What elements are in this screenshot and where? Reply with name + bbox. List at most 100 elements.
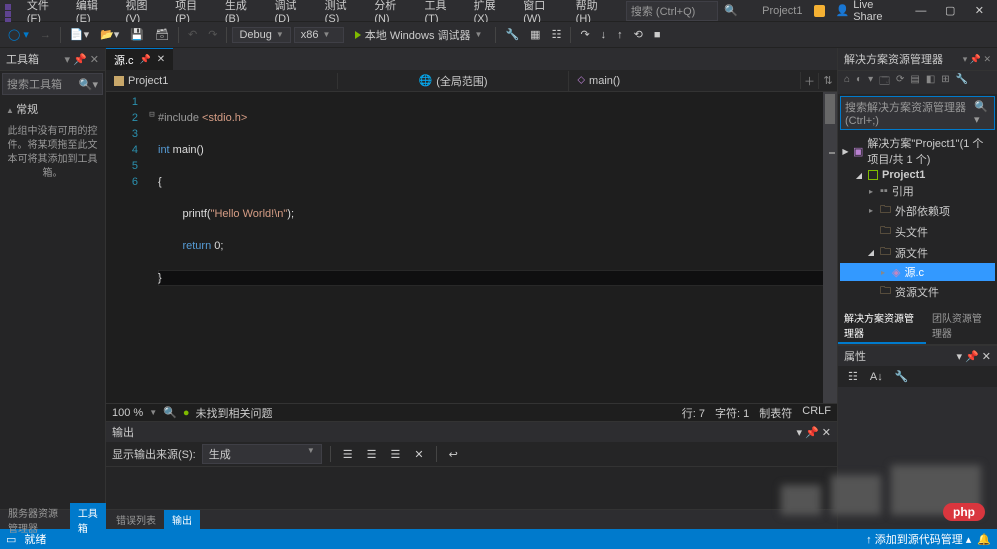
add-source-control[interactable]: ↑ 添加到源代码管理 ▴ (866, 531, 971, 547)
split-v-button[interactable]: ⇅ (819, 74, 837, 87)
props-btn-3[interactable]: 🔧 (891, 368, 913, 385)
sln-btn-9[interactable]: 🔧 (954, 73, 970, 92)
issues-label: 未找到相关问题 (195, 405, 272, 421)
play-icon (355, 31, 361, 39)
output-wrap-button[interactable]: ↩ (445, 446, 462, 463)
solution-explorer-title: 解决方案资源管理器 (844, 51, 943, 67)
line-ending[interactable]: CRLF (802, 405, 831, 421)
output-btn-2[interactable]: ☰ (363, 446, 381, 463)
tool-btn-1[interactable]: 🔧 (501, 26, 523, 43)
toolbox-group-general[interactable]: 常规 (2, 99, 103, 119)
close-tab-icon[interactable]: ✕ (157, 54, 165, 65)
nav-member-combo[interactable]: ⬦main() (569, 72, 801, 89)
tab-error-list[interactable]: 错误列表 (108, 510, 164, 529)
indent-mode[interactable]: 制表符 (759, 405, 792, 421)
props-cat-button[interactable]: ☷ (844, 368, 862, 385)
output-body[interactable] (106, 467, 837, 509)
output-pin-close[interactable]: ▾ 📌 ✕ (796, 426, 831, 439)
props-pin-close[interactable]: ▾ 📌 ✕ (956, 350, 991, 363)
tab-solution-explorer[interactable]: 解决方案资源管理器 (838, 308, 926, 344)
tree-resources[interactable]: 🗀资源文件 (840, 281, 995, 302)
tree-sources[interactable]: ◢🗀源文件 (840, 242, 995, 263)
vs-logo-icon (4, 4, 17, 18)
props-az-button[interactable]: A↓ (866, 368, 887, 385)
navigation-bar: Project1 🌐(全局范围) ⬦main() ＋ ⇅ (106, 70, 837, 92)
output-btn-3[interactable]: ☰ (386, 446, 404, 463)
sln-btn-8[interactable]: ⊞ (939, 73, 951, 92)
sln-search-input[interactable]: 搜索解决方案资源管理器(Ctrl+;)🔍▾ (840, 96, 995, 130)
maximize-button[interactable]: ▢ (937, 2, 964, 20)
tree-solution[interactable]: ▶▣解决方案"Project1"(1 个项目/共 1 个) (840, 134, 995, 168)
step-into-button[interactable]: ↓ (597, 27, 611, 43)
output-clear-button[interactable]: ✕ (410, 446, 427, 463)
tree-references[interactable]: ▸▪▪引用 (840, 182, 995, 200)
save-all-button[interactable]: 🗃 (151, 26, 173, 43)
notifications-icon[interactable]: 🔔 (977, 533, 991, 546)
sln-btn-6[interactable]: ▤ (908, 73, 921, 92)
sln-pin-close[interactable]: ▾ 📌 ✕ (963, 54, 991, 65)
tab-source-c[interactable]: 源.c 📌 ✕ (106, 48, 173, 70)
titlebar: 文件(F) 编辑(E) 视图(V) 项目(P) 生成(B) 调试(D) 测试(S… (0, 0, 997, 22)
tool-btn-3[interactable]: ☷ (548, 26, 566, 43)
quick-search-input[interactable]: 搜索 (Ctrl+Q) (626, 1, 719, 21)
start-debug-button[interactable]: 本地 Windows 调试器▼ (347, 25, 491, 45)
nav-back-button[interactable]: ◯ ▾ (4, 26, 33, 43)
refs-icon: ▪▪ (880, 185, 888, 197)
redo-button[interactable]: ↷ (204, 26, 221, 43)
tree-headers[interactable]: 🗀头文件 (840, 221, 995, 242)
live-share-button[interactable]: 👤 Live Share (829, 0, 905, 23)
new-button[interactable]: 📄▾ (66, 26, 93, 43)
tree-external-deps[interactable]: ▸🗀外部依赖项 (840, 200, 995, 221)
tab-server-explorer[interactable]: 服务器资源管理器 (0, 503, 70, 537)
step-over-button[interactable]: ↷ (576, 26, 593, 43)
sln-btn-7[interactable]: ◧ (924, 73, 937, 92)
nav-forward-button[interactable]: → (36, 27, 55, 43)
main-toolbar: ◯ ▾ → 📄▾ 📂▾ 💾 🗃 ↶ ↷ Debug▼ x86▼ 本地 Windo… (0, 22, 997, 48)
config-dropdown[interactable]: Debug▼ (232, 27, 290, 43)
properties-body[interactable] (838, 387, 997, 535)
statusbar: ▭ 就绪 ↑ 添加到源代码管理 ▴ 🔔 (0, 529, 997, 549)
folder-icon: 🗀 (880, 222, 891, 241)
toolbox-empty-message: 此组中没有可用的控件。将某项拖至此文本可将其添加到工具箱。 (2, 119, 103, 187)
search-icon: 🔍▾ (79, 78, 98, 91)
split-button[interactable]: ＋ (801, 73, 819, 89)
minimize-button[interactable]: ― (907, 2, 934, 20)
sln-toolbar: ⌂ ◐ ▾ 🗔 ⟳ ▤ ◧ ⊞ 🔧 (838, 71, 997, 94)
zoom-level[interactable]: 100 % (112, 407, 143, 419)
sln-btn-2[interactable]: ◐ (854, 73, 864, 92)
sln-refresh-icon[interactable]: ⟳ (894, 73, 906, 92)
code-editor[interactable]: 123456 ⊟ #include <stdio.h> int main() {… (106, 92, 837, 403)
nav-project-combo[interactable]: Project1 (106, 73, 338, 89)
sln-btn-4[interactable]: 🗔 (877, 73, 892, 92)
pin-icon[interactable]: ▾ 📌 ✕ (64, 53, 99, 66)
stop-button[interactable]: ■ (650, 27, 665, 43)
open-button[interactable]: 📂▾ (96, 26, 123, 43)
issue-search-icon[interactable]: 🔍 (163, 406, 177, 419)
tree-source-file[interactable]: ▸◈源.c (840, 263, 995, 281)
tree-project[interactable]: ◢Project1 (840, 168, 995, 182)
step-out-button[interactable]: ↑ (613, 27, 627, 43)
toolbox-search-input[interactable]: 搜索工具箱🔍▾ (2, 73, 103, 95)
tab-toolbox[interactable]: 工具箱 (70, 503, 106, 537)
tool-btn-2[interactable]: ▦ (526, 26, 544, 43)
pin-icon[interactable]: 📌 (140, 54, 151, 65)
undo-button[interactable]: ↶ (184, 26, 201, 43)
code-content[interactable]: #include <stdio.h> int main() { printf("… (158, 92, 837, 403)
vertical-scrollbar[interactable] (823, 92, 837, 403)
output-title: 输出 (112, 424, 134, 440)
right-panel: 解决方案资源管理器 ▾ 📌 ✕ ⌂ ◐ ▾ 🗔 ⟳ ▤ ◧ ⊞ 🔧 搜索解决方案… (837, 48, 997, 529)
sln-home-icon[interactable]: ⌂ (842, 73, 852, 92)
search-icon[interactable]: 🔍 (724, 4, 738, 17)
output-source-dropdown[interactable]: 生成▼ (202, 444, 322, 464)
fold-column[interactable]: ⊟ (146, 92, 158, 403)
restart-button[interactable]: ⟲ (630, 26, 647, 43)
nav-scope-combo[interactable]: 🌐(全局范围) (338, 71, 570, 91)
output-btn-1[interactable]: ☰ (339, 446, 357, 463)
sln-btn-3[interactable]: ▾ (866, 73, 875, 92)
platform-dropdown[interactable]: x86▼ (294, 27, 344, 43)
solution-tree: ▶▣解决方案"Project1"(1 个项目/共 1 个) ◢Project1 … (838, 132, 997, 304)
close-button[interactable]: ✕ (966, 2, 993, 20)
tab-team-explorer[interactable]: 团队资源管理器 (926, 308, 997, 344)
tab-output[interactable]: 输出 (164, 510, 200, 529)
save-button[interactable]: 💾 (126, 26, 148, 43)
